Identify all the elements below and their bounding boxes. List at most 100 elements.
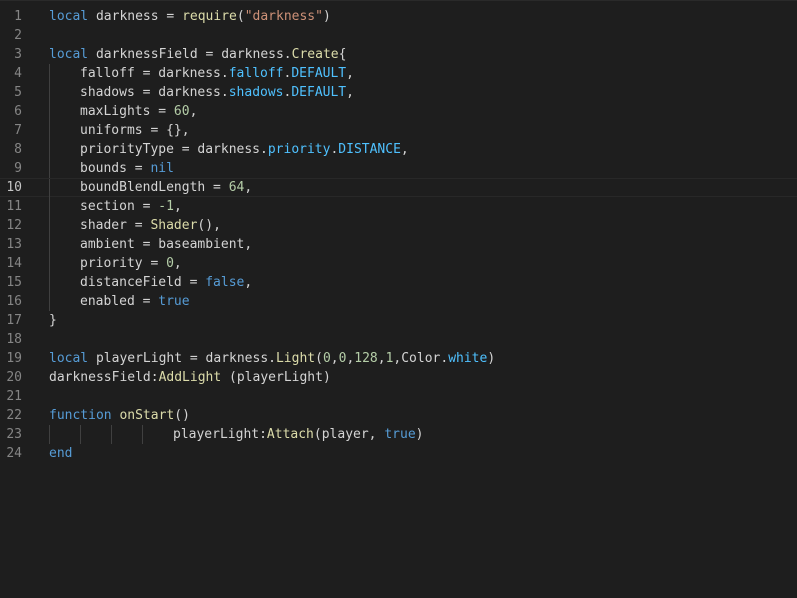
property-token: DEFAULT [291, 66, 347, 81]
keyword-token: true [158, 294, 190, 309]
text-token: , [346, 66, 354, 81]
code-text: } [49, 311, 57, 330]
code-line[interactable]: 20 darknessField:AddLight (playerLight) [0, 368, 797, 387]
text-token: priorityType = darkness. [80, 142, 268, 157]
text-token: playerLight = darkness. [88, 351, 276, 366]
code-line[interactable]: 3 local darknessField = darkness.Create{ [0, 45, 797, 64]
line-number: 2 [14, 28, 22, 43]
indent-guide [49, 159, 50, 178]
text-token: , [400, 142, 409, 157]
code-line[interactable]: 19 local playerLight = darkness.Light(0,0… [0, 349, 797, 368]
line-number: 5 [14, 85, 22, 100]
function-token: AddLight [158, 370, 222, 385]
code-text: playerLight:Attach(player, true) [173, 425, 423, 444]
line-number: 18 [6, 332, 22, 347]
code-line[interactable]: 22 function onStart() [0, 406, 797, 425]
text-token: section = [80, 199, 159, 214]
text-token: playerLight: [173, 427, 267, 442]
indent-guide [111, 425, 112, 444]
code-line[interactable]: 2 [0, 26, 797, 45]
code-line[interactable]: 4 falloff = darkness.falloff.DEFAULT, [0, 64, 797, 83]
code-line[interactable]: 14 priority = 0, [0, 254, 797, 273]
code-text: function onStart() [49, 406, 190, 425]
keyword-token: function [49, 408, 112, 423]
code-line[interactable]: 10 boundBlendLength = 64, [0, 178, 797, 198]
line-number: 24 [6, 446, 22, 461]
code-line[interactable]: 12 shader = Shader(), [0, 216, 797, 235]
line-number: 23 [6, 427, 22, 442]
code-text: section = -1, [80, 197, 182, 216]
code-line[interactable]: 16 enabled = true [0, 292, 797, 311]
text-token: , [244, 275, 253, 290]
code-text: boundBlendLength = 64, [80, 179, 252, 196]
text-token: ) [487, 351, 496, 366]
text-token: , [346, 85, 354, 100]
code-editor[interactable]: 1 local darkness = require("darkness") 2 3 l… [0, 0, 797, 598]
line-number: 3 [14, 47, 22, 62]
line-number: 4 [14, 66, 22, 81]
line-number: 14 [6, 256, 22, 271]
line-number: 21 [6, 389, 22, 404]
line-number: 19 [6, 351, 22, 366]
function-token: Attach [266, 427, 314, 442]
indent-guide [49, 179, 50, 198]
code-line[interactable]: 11 section = -1, [0, 197, 797, 216]
code-line[interactable]: 23 playerLight:Attach(player, true) [0, 425, 797, 444]
code-line[interactable]: 24 end [0, 444, 797, 463]
code-line[interactable]: 7 uniforms = {}, [0, 121, 797, 140]
code-line[interactable]: 21 [0, 387, 797, 406]
line-number: 13 [6, 237, 22, 252]
code-line[interactable]: 18 [0, 330, 797, 349]
line-number: 6 [14, 104, 22, 119]
code-line[interactable]: 9 bounds = nil [0, 159, 797, 178]
number-token: 128 [354, 351, 378, 366]
code-text: local playerLight = darkness.Light(0,0,1… [49, 349, 495, 368]
code-text: shadows = darkness.shadows.DEFAULT, [80, 83, 354, 102]
text-token: ( [236, 9, 245, 24]
keyword-token: end [49, 446, 73, 461]
code-line[interactable]: 13 ambient = baseambient, [0, 235, 797, 254]
line-number: 15 [6, 275, 22, 290]
text-token: maxLights = [80, 104, 174, 119]
code-line[interactable]: 17} [0, 311, 797, 330]
indent-guide [49, 254, 50, 273]
text-token: ) [415, 427, 424, 442]
text-token: , [244, 180, 253, 195]
text-token: uniforms = {}, [80, 123, 190, 138]
code-text: priority = 0, [80, 254, 182, 273]
number-token: -1 [158, 199, 174, 214]
keyword-token: local [49, 9, 89, 24]
string-token: "darkness" [244, 9, 323, 24]
indent-guide [49, 292, 50, 311]
text-token: (), [197, 218, 221, 233]
property-token: priority [267, 142, 331, 157]
line-number: 11 [6, 199, 22, 214]
text-token: ) [322, 9, 331, 24]
line-number: 10 [6, 180, 22, 195]
line-number: 1 [14, 9, 22, 24]
text-token: shader = [80, 218, 151, 233]
indent-guide [49, 121, 50, 140]
text-token: (playerLight) [221, 370, 331, 385]
keyword-token: true [384, 427, 416, 442]
code-text: uniforms = {}, [80, 121, 190, 140]
property-token: white [448, 351, 488, 366]
code-text: distanceField = false, [80, 273, 252, 292]
text-token: distanceField = [80, 275, 206, 290]
text-token: darkness = [88, 9, 183, 24]
code-line[interactable]: 15 distanceField = false, [0, 273, 797, 292]
property-token: DEFAULT [291, 85, 347, 100]
code-line[interactable]: 8 priorityType = darkness.priority.DISTAN… [0, 140, 797, 159]
function-token: Create [291, 47, 339, 62]
code-line[interactable]: 1 local darkness = require("darkness") [0, 7, 797, 26]
code-text: bounds = nil [80, 159, 174, 178]
text-token: darknessField = darkness. [88, 47, 292, 62]
indent-guide [49, 102, 50, 121]
line-number: 9 [14, 161, 22, 176]
code-line[interactable]: 6 maxLights = 60, [0, 102, 797, 121]
property-token: DISTANCE [338, 142, 401, 157]
indent-guide [49, 273, 50, 292]
line-number: 17 [6, 313, 22, 328]
code-line[interactable]: 5 shadows = darkness.shadows.DEFAULT, [0, 83, 797, 102]
text-token: priority = [80, 256, 167, 271]
